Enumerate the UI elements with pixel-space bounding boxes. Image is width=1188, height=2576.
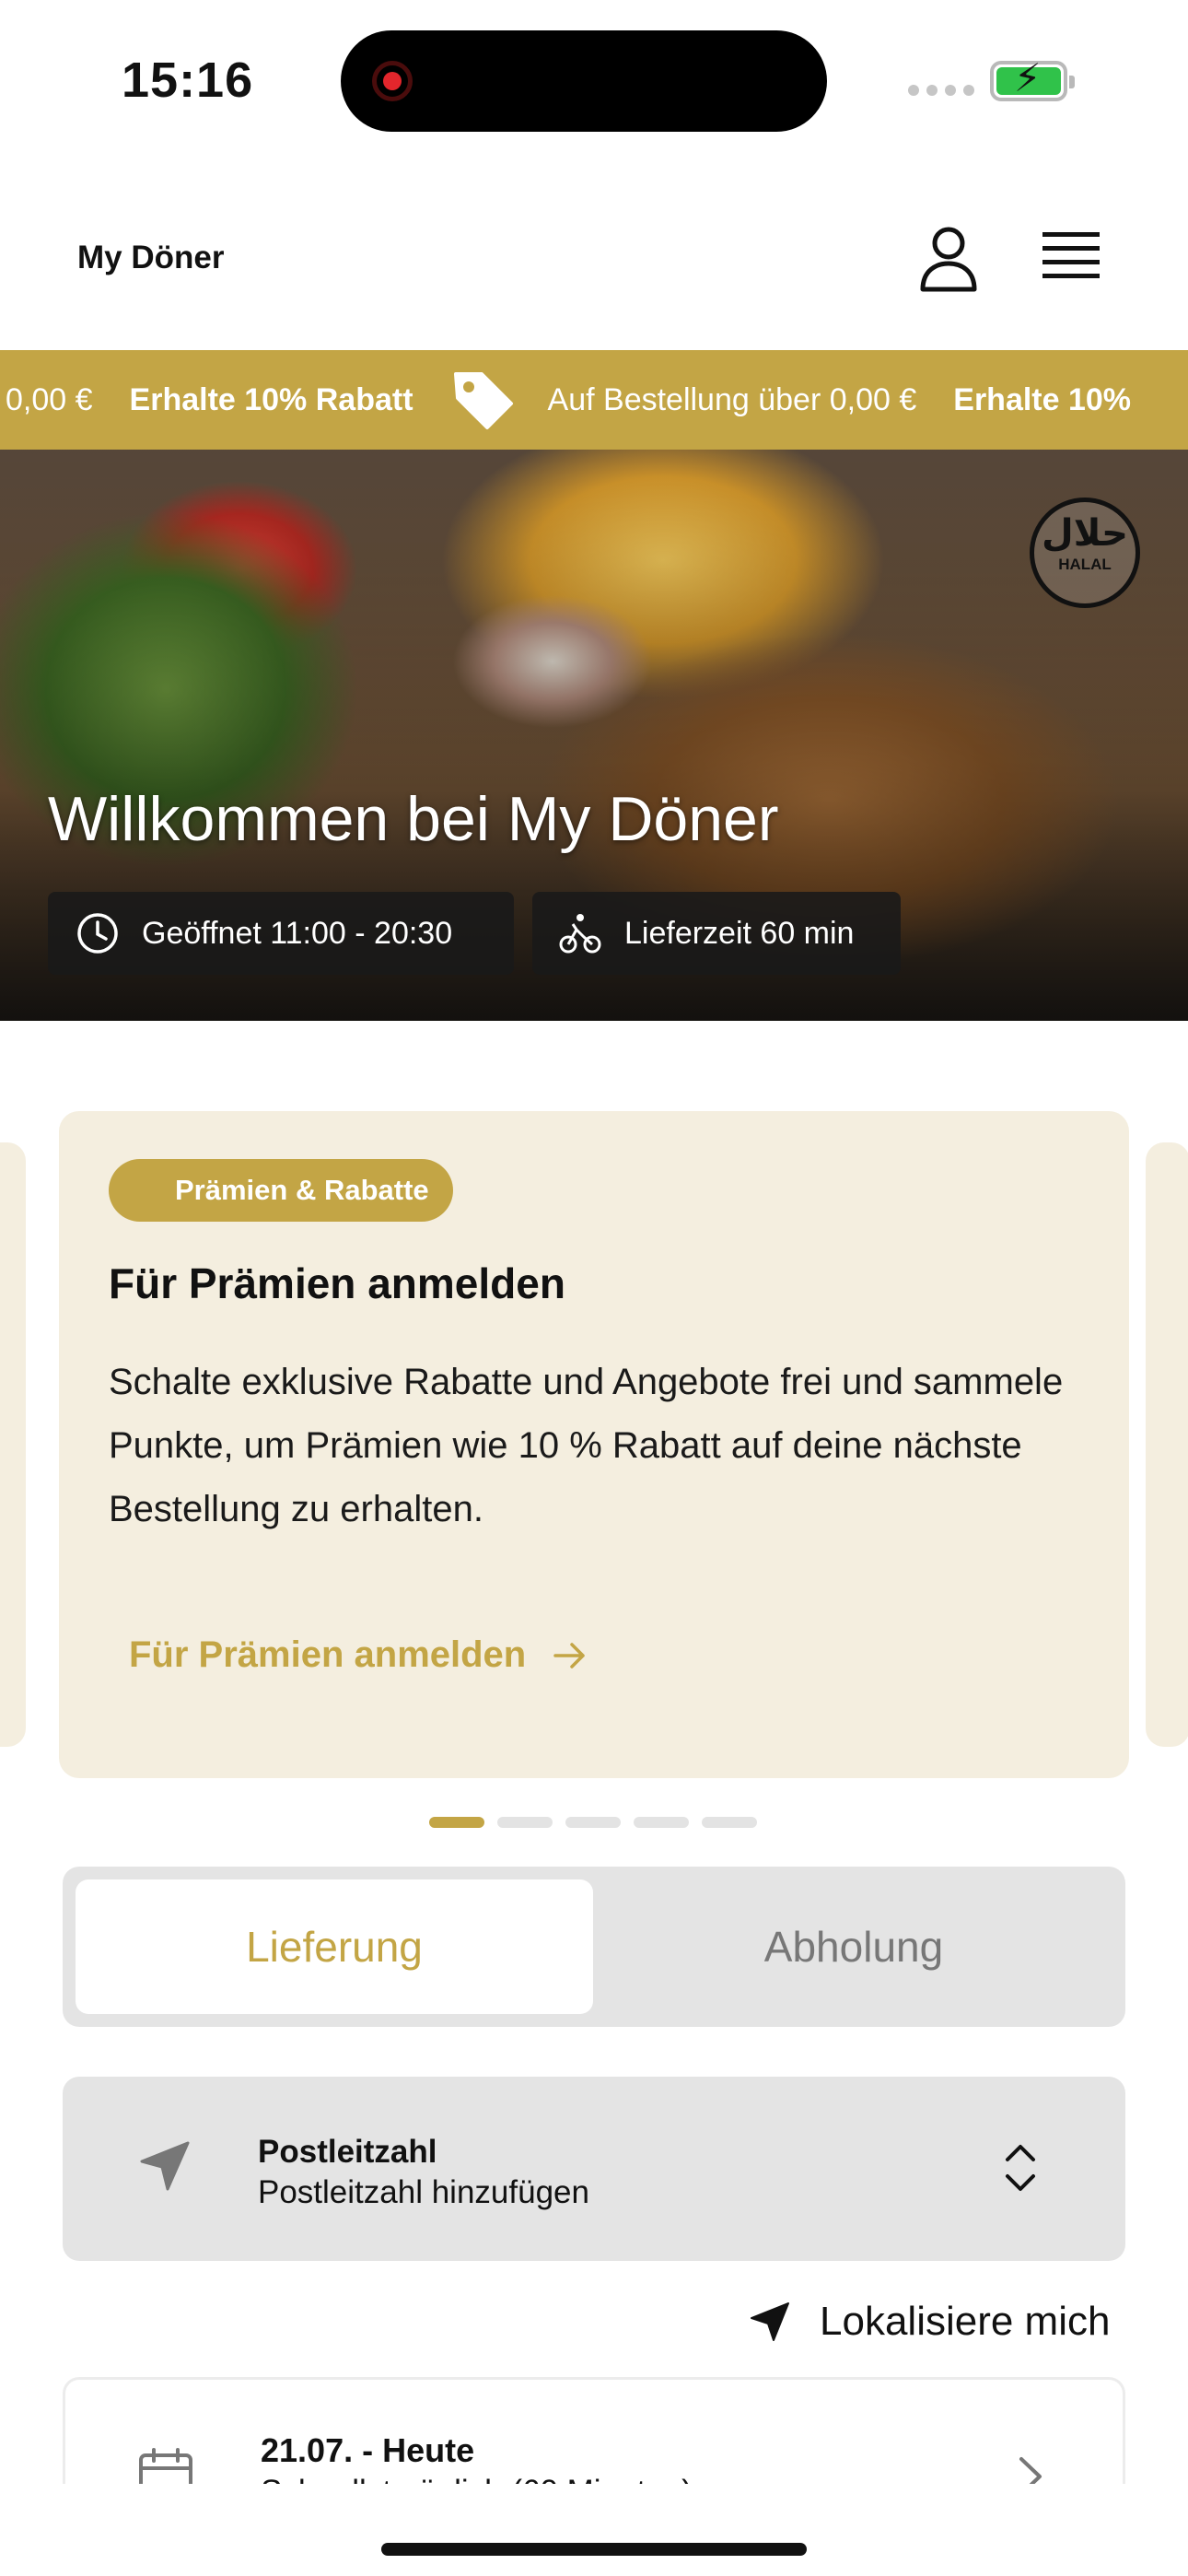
delivery-time-chip: Lieferzeit 60 min	[532, 892, 901, 975]
postcode-label: Postleitzahl	[258, 2134, 437, 2170]
promo-card-title: Für Prämien anmelden	[109, 1259, 565, 1307]
location-arrow-icon	[140, 2141, 190, 2191]
ticker-item: 0,00 €	[6, 381, 93, 417]
hero-banner: حلال HALAL Willkommen bei My Döner Geöff…	[0, 450, 1188, 1021]
delivery-time-text: Lieferzeit 60 min	[624, 915, 855, 951]
clock-icon	[77, 913, 118, 954]
bottom-safe-area	[0, 2484, 1188, 2576]
status-time: 15:16	[122, 53, 254, 108]
battery-charging-icon: ⚡	[990, 59, 1075, 101]
promo-ticker: 0,00 € Erhalte 10% Rabatt Auf Bestellung…	[0, 350, 1188, 450]
locate-me-button[interactable]: Lokalisiere mich	[748, 2294, 1110, 2349]
carousel-dot[interactable]	[634, 1817, 689, 1828]
promo-ticker-track: 0,00 € Erhalte 10% Rabatt Auf Bestellung…	[0, 350, 1168, 450]
carousel-dot[interactable]	[429, 1817, 484, 1828]
opening-hours-chip: Geöffnet 11:00 - 20:30	[48, 892, 514, 975]
account-button[interactable]	[912, 221, 985, 295]
ticker-item: Auf Bestellung über 0,00 €	[547, 381, 917, 417]
dynamic-island	[341, 30, 827, 132]
brand-name[interactable]: My Döner	[77, 240, 224, 276]
delivery-tab[interactable]: Lieferung	[76, 1879, 593, 2014]
menu-button[interactable]	[1039, 228, 1109, 287]
carousel-dot[interactable]	[702, 1817, 757, 1828]
signal-icon	[908, 85, 974, 96]
carousel-dot[interactable]	[565, 1817, 621, 1828]
halal-arabic-text: حلال	[1042, 512, 1128, 555]
recording-indicator-icon	[372, 61, 413, 101]
rewards-signup-label: Für Prämien anmelden	[129, 1634, 527, 1675]
hamburger-menu-icon	[1042, 232, 1100, 278]
next-slide-peek[interactable]	[1146, 1142, 1188, 1747]
postcode-placeholder: Postleitzahl hinzufügen	[258, 2174, 589, 2210]
ticker-item: Erhalte 10% Rabatt	[129, 381, 413, 417]
rewards-promo-card: Prämien & Rabatte Für Prämien anmelden S…	[59, 1111, 1129, 1778]
arrow-right-icon	[553, 1642, 585, 1669]
rewards-signup-link[interactable]: Für Prämien anmelden	[129, 1634, 587, 1676]
price-tag-icon	[453, 372, 513, 429]
home-indicator[interactable]	[381, 2543, 807, 2556]
previous-slide-peek[interactable]	[0, 1142, 26, 1747]
app-header: My Döner	[0, 157, 1188, 350]
postcode-selector[interactable]: Postleitzahl Postleitzahl hinzufügen	[63, 2077, 1125, 2261]
opening-hours-text: Geöffnet 11:00 - 20:30	[142, 915, 453, 951]
chevron-up-down-icon	[1006, 2145, 1035, 2191]
carousel-pagination	[429, 1817, 757, 1828]
halal-badge: حلال HALAL	[1030, 498, 1140, 608]
ticker-item: Erhalte 10%	[953, 381, 1132, 417]
halal-label: HALAL	[1058, 556, 1112, 573]
promo-card-text: Schalte exklusive Rabatte und Angebote f…	[109, 1362, 1064, 1529]
location-arrow-icon	[751, 2302, 789, 2341]
order-mode-switch: Lieferung Abholung	[63, 1867, 1125, 2027]
bicycle-courier-icon	[559, 914, 601, 954]
schedule-date: 21.07. - Heute	[261, 2431, 475, 2469]
rewards-badge: Prämien & Rabatte	[109, 1159, 453, 1222]
carousel-dot[interactable]	[497, 1817, 553, 1828]
user-icon	[920, 227, 977, 292]
pickup-tab[interactable]: Abholung	[595, 1879, 1112, 2014]
locate-me-label: Lokalisiere mich	[820, 2299, 1111, 2344]
status-bar: 15:16 ⚡	[0, 0, 1188, 157]
hero-title: Willkommen bei My Döner	[48, 784, 779, 854]
